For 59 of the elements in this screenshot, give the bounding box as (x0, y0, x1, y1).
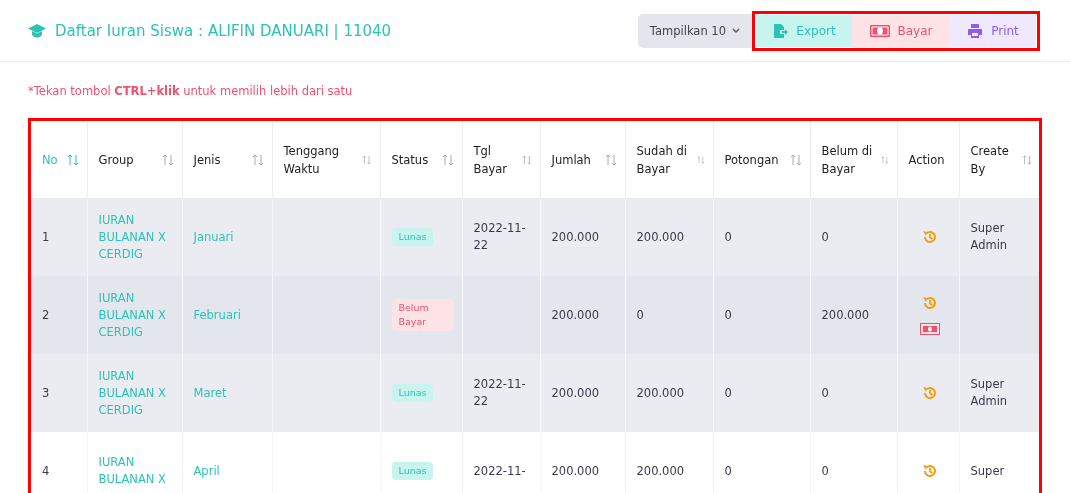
table-cell: 200.000 (551, 229, 600, 244)
file-export-icon (772, 22, 789, 39)
page-size-dropdown[interactable]: Tampilkan 10 (637, 13, 752, 48)
table-cell: 200.000 (636, 385, 685, 400)
table-cell: 0 (821, 229, 829, 244)
table-cell: 2022-11-22 (473, 377, 526, 408)
sort-icon (521, 153, 532, 166)
table-cell: 200.000 (551, 385, 600, 400)
table-cell: 0 (821, 385, 829, 400)
table-cell: 200.000 (636, 463, 685, 478)
table-cell: Super (970, 463, 1005, 478)
status-badge: Lunas (391, 228, 434, 246)
table-cell: 2022-11-22 (473, 221, 526, 252)
money-icon (869, 24, 890, 37)
table-cell: 200.000 (551, 463, 600, 478)
table-row[interactable]: 1 IURAN BULANAN X CERDIG Januari Lunas 2022-11-22 200.000 200.000 0 0 Super Admin (31, 198, 1039, 276)
chevron-down-icon (732, 27, 740, 34)
history-icon[interactable] (921, 463, 938, 479)
page-title: Daftar Iuran Siswa : ALIFIN DANUARI | 11040 (55, 21, 392, 40)
table-cell: 3 (42, 385, 50, 400)
sort-icon (789, 153, 802, 166)
status-badge: Lunas (391, 384, 434, 402)
graduation-cap-icon (28, 23, 46, 38)
table-cell: 200.000 (551, 307, 600, 322)
table-cell: 0 (724, 463, 732, 478)
hint-text: *Tekan tombol CTRL+klik untuk memilih lebih dari satu (27, 83, 354, 100)
sort-icon (1022, 153, 1033, 166)
sort-icon (362, 153, 372, 166)
table-row[interactable]: 4 IURAN BULANAN X April Lunas 2022-11- 200.000 200.000 0 0 Super (31, 432, 1039, 493)
sort-icon (604, 153, 617, 166)
sort-icon (66, 153, 79, 166)
table-cell: 200.000 (821, 307, 870, 322)
sort-icon (251, 153, 264, 166)
history-icon[interactable] (921, 385, 938, 401)
status-badge: Lunas (391, 462, 434, 480)
table-cell: 0 (821, 463, 829, 478)
table-cell: 2 (42, 307, 50, 322)
sort-icon (161, 153, 174, 166)
table-cell: 1 (42, 229, 50, 244)
status-badge: Belum Bayar (391, 299, 454, 331)
table-cell: 4 (42, 463, 50, 478)
table-cell: Super Admin (970, 377, 1008, 408)
money-icon[interactable] (919, 323, 940, 335)
table-row[interactable]: 3 IURAN BULANAN X CERDIG Maret Lunas 2022-11-22 200.000 200.000 0 0 Super Admin (31, 354, 1039, 432)
table-row[interactable]: 2 IURAN BULANAN X CERDIG Februari Belum Bayar 200.000 0 0 200.000 (31, 276, 1039, 354)
table-cell: 0 (724, 385, 732, 400)
sort-icon (696, 153, 705, 166)
history-icon[interactable] (921, 229, 938, 245)
sort-icon (880, 153, 889, 166)
table-cell: 200.000 (636, 229, 685, 244)
print-button[interactable]: Print (950, 14, 1036, 47)
table-cell: 0 (724, 307, 732, 322)
sort-icon (441, 153, 454, 166)
printer-icon (967, 22, 984, 39)
history-icon[interactable] (921, 295, 938, 311)
table-cell: 2022-11- (473, 463, 526, 478)
table-cell: 0 (724, 229, 732, 244)
table-cell: Super Admin (970, 221, 1008, 252)
table-cell: 0 (636, 307, 644, 322)
